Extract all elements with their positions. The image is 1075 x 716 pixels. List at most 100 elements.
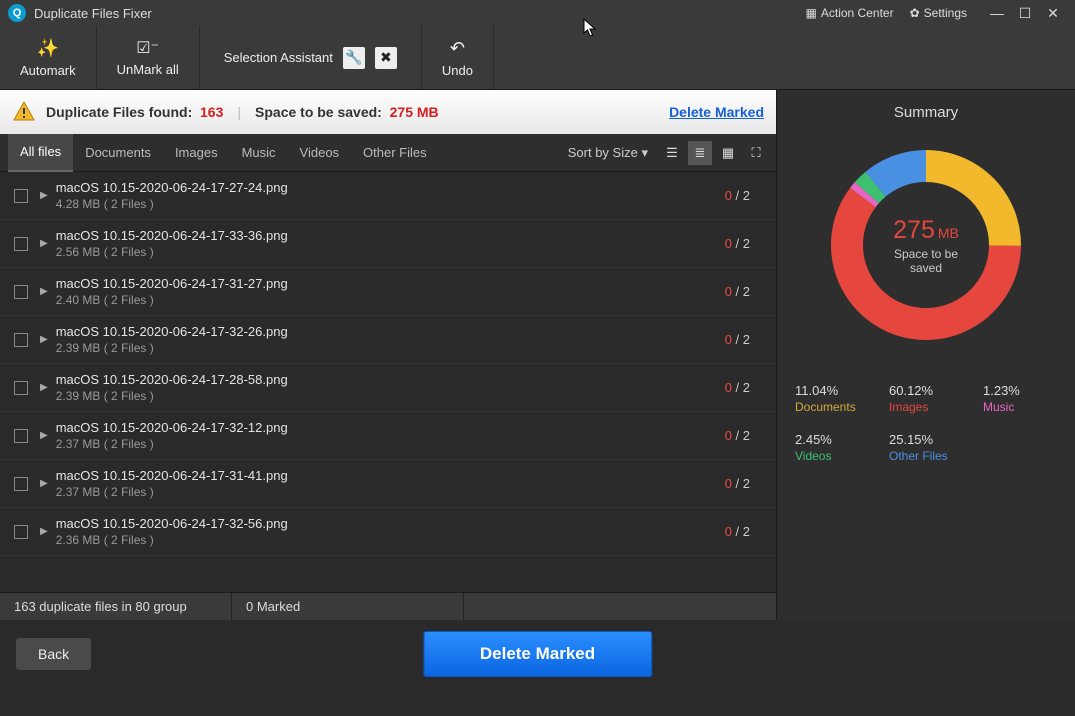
file-name: macOS 10.15-2020-06-24-17-33-36.png	[56, 228, 725, 243]
tab-other-files[interactable]: Other Files	[351, 134, 439, 172]
grid-view-icon[interactable]: ▦	[716, 141, 740, 165]
expand-caret-icon[interactable]: ▶	[40, 526, 48, 537]
tab-music[interactable]: Music	[230, 134, 288, 172]
file-name: macOS 10.15-2020-06-24-17-31-27.png	[56, 276, 725, 291]
file-list[interactable]: ▶ macOS 10.15-2020-06-24-17-27-24.png 4.…	[0, 172, 776, 592]
legend-item: 2.45%Videos	[795, 432, 869, 463]
view-icons: ☰ ≣ ▦ ⛶	[660, 141, 768, 165]
expand-caret-icon[interactable]: ▶	[40, 286, 48, 297]
table-row[interactable]: ▶ macOS 10.15-2020-06-24-17-32-26.png 2.…	[0, 316, 776, 364]
sort-dropdown[interactable]: Sort by Size ▾	[568, 145, 648, 161]
file-meta: 2.36 MB ( 2 Files )	[56, 533, 725, 547]
fullscreen-icon[interactable]: ⛶	[744, 141, 768, 165]
unmark-icon: ☑⁻	[136, 38, 159, 58]
unmark-all-label: UnMark all	[117, 62, 179, 77]
table-row[interactable]: ▶ macOS 10.15-2020-06-24-17-31-41.png 2.…	[0, 460, 776, 508]
wrench-icon: 🔧	[343, 47, 365, 69]
undo-button[interactable]: ↶ Undo	[422, 26, 494, 89]
file-meta: 2.37 MB ( 2 Files )	[56, 485, 725, 499]
action-center-button[interactable]: ▦ Action Center	[798, 6, 902, 20]
expand-caret-icon[interactable]: ▶	[40, 190, 48, 201]
automark-button[interactable]: ✨ Automark	[0, 26, 97, 89]
chevron-down-icon: ▾	[641, 145, 648, 160]
file-count: 0 / 2	[725, 476, 750, 491]
legend-item: 11.04%Documents	[795, 383, 869, 414]
minimize-button[interactable]: —	[983, 5, 1011, 22]
main-area: Duplicate Files found: 163 | Space to be…	[0, 90, 1075, 620]
legend-name: Documents	[795, 400, 869, 414]
detail-view-icon[interactable]: ≣	[688, 141, 712, 165]
status-group: 163 duplicate files in 80 group	[0, 593, 232, 620]
table-row[interactable]: ▶ macOS 10.15-2020-06-24-17-28-58.png 2.…	[0, 364, 776, 412]
found-label: Duplicate Files found:	[46, 104, 192, 120]
table-row[interactable]: ▶ macOS 10.15-2020-06-24-17-31-27.png 2.…	[0, 268, 776, 316]
checkbox[interactable]	[14, 429, 28, 443]
delete-marked-link[interactable]: Delete Marked	[669, 104, 764, 120]
legend-item: 25.15%Other Files	[889, 432, 963, 463]
tab-documents[interactable]: Documents	[73, 134, 163, 172]
table-row[interactable]: ▶ macOS 10.15-2020-06-24-17-27-24.png 4.…	[0, 172, 776, 220]
file-meta: 2.39 MB ( 2 Files )	[56, 389, 725, 403]
file-meta: 2.40 MB ( 2 Files )	[56, 293, 725, 307]
selection-assistant-button[interactable]: Selection Assistant 🔧 ✖	[200, 26, 422, 89]
summary-panel: Summary 275MB Space to besaved 11.04%Doc…	[777, 90, 1075, 620]
file-count: 0 / 2	[725, 428, 750, 443]
delete-marked-button[interactable]: Delete Marked	[423, 631, 652, 677]
tab-images[interactable]: Images	[163, 134, 230, 172]
file-count: 0 / 2	[725, 284, 750, 299]
checkbox[interactable]	[14, 285, 28, 299]
donut-chart: 275MB Space to besaved	[816, 135, 1036, 355]
checkbox[interactable]	[14, 381, 28, 395]
legend-pct: 25.15%	[889, 432, 963, 447]
bottom-bar: Back Delete Marked	[0, 620, 1075, 688]
checkbox[interactable]	[14, 525, 28, 539]
window-controls: — ☐ ✕	[983, 5, 1067, 22]
space-label: Space to be saved:	[255, 104, 382, 120]
close-button[interactable]: ✕	[1039, 5, 1067, 22]
tools-icon: ✖	[375, 47, 397, 69]
settings-button[interactable]: ✿ Settings	[902, 6, 975, 20]
expand-caret-icon[interactable]: ▶	[40, 382, 48, 393]
maximize-button[interactable]: ☐	[1011, 5, 1039, 22]
selection-assistant-label: Selection Assistant	[224, 50, 333, 65]
back-button[interactable]: Back	[16, 638, 91, 670]
wand-icon: ✨	[37, 38, 59, 59]
left-column: Duplicate Files found: 163 | Space to be…	[0, 90, 777, 620]
expand-caret-icon[interactable]: ▶	[40, 478, 48, 489]
file-count: 0 / 2	[725, 188, 750, 203]
expand-caret-icon[interactable]: ▶	[40, 430, 48, 441]
list-view-icon[interactable]: ☰	[660, 141, 684, 165]
checkbox[interactable]	[14, 333, 28, 347]
legend-pct: 1.23%	[983, 383, 1057, 398]
undo-icon: ↶	[450, 38, 465, 59]
file-meta: 2.37 MB ( 2 Files )	[56, 437, 725, 451]
checkbox[interactable]	[14, 477, 28, 491]
checkbox[interactable]	[14, 189, 28, 203]
table-row[interactable]: ▶ macOS 10.15-2020-06-24-17-32-12.png 2.…	[0, 412, 776, 460]
table-row[interactable]: ▶ macOS 10.15-2020-06-24-17-33-36.png 2.…	[0, 220, 776, 268]
unmark-all-button[interactable]: ☑⁻ UnMark all	[97, 26, 200, 89]
sort-label: Sort by Size	[568, 145, 638, 160]
tab-all-files[interactable]: All files	[8, 134, 73, 172]
checkbox[interactable]	[14, 237, 28, 251]
expand-caret-icon[interactable]: ▶	[40, 238, 48, 249]
summary-value: 275	[893, 216, 935, 244]
automark-label: Automark	[20, 63, 76, 78]
gear-icon: ✿	[910, 6, 920, 20]
undo-label: Undo	[442, 63, 473, 78]
legend-pct: 60.12%	[889, 383, 963, 398]
file-name: macOS 10.15-2020-06-24-17-28-58.png	[56, 372, 725, 387]
expand-caret-icon[interactable]: ▶	[40, 334, 48, 345]
legend-pct: 2.45%	[795, 432, 869, 447]
table-row[interactable]: ▶ macOS 10.15-2020-06-24-17-32-56.png 2.…	[0, 508, 776, 556]
tabs-row: All files Documents Images Music Videos …	[0, 134, 776, 172]
grid-icon: ▦	[806, 6, 817, 20]
legend: 11.04%Documents60.12%Images1.23%Music2.4…	[795, 383, 1057, 463]
legend-item: 1.23%Music	[983, 383, 1057, 414]
file-name: macOS 10.15-2020-06-24-17-32-56.png	[56, 516, 725, 531]
summary-title: Summary	[894, 104, 958, 121]
file-count: 0 / 2	[725, 332, 750, 347]
file-meta: 4.28 MB ( 2 Files )	[56, 197, 725, 211]
tab-videos[interactable]: Videos	[288, 134, 352, 172]
status-bar: 163 duplicate files in 80 group 0 Marked	[0, 592, 776, 620]
